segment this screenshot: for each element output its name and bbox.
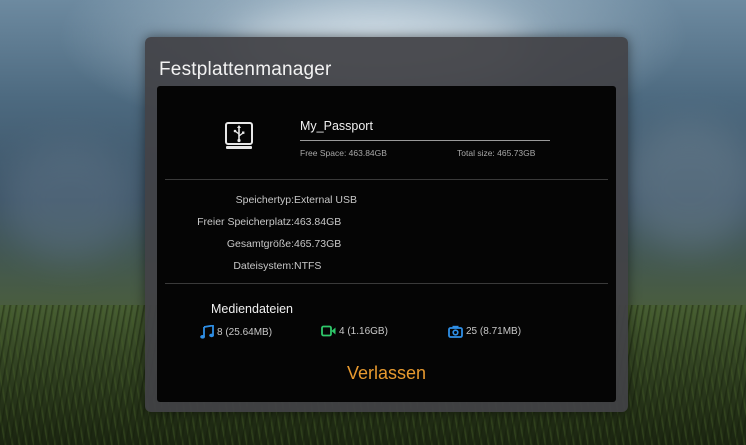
- dialog-title: Festplattenmanager: [159, 59, 332, 80]
- photo-count-text: 25 (8.71MB): [466, 326, 522, 337]
- photo-camera-icon: [448, 325, 463, 338]
- music-note-icon: [200, 325, 214, 339]
- drive-manager-dialog: Festplattenmanager My_Passport Free Spac…: [145, 37, 628, 412]
- video-count-text: 4 (1.16GB): [339, 325, 388, 337]
- usb-drive-icon: [225, 122, 253, 149]
- video-camera-icon: [321, 325, 336, 337]
- music-count-text: 8 (25.64MB): [217, 326, 273, 338]
- file-system-value: NTFS: [294, 260, 322, 272]
- divider: [165, 179, 608, 180]
- storage-type-label: Speichertyp:: [235, 194, 294, 206]
- drive-name: My_Passport: [300, 119, 373, 133]
- drive-name-underline: [300, 140, 550, 141]
- free-space-label: Freier Speicherplatz:: [197, 216, 294, 228]
- total-size-value: 465.73GB: [294, 238, 342, 250]
- divider: [165, 283, 608, 284]
- exit-button[interactable]: Verlassen: [157, 363, 616, 384]
- free-space-text: Free Space: 463.84GB: [300, 148, 387, 158]
- cloud: [0, 140, 140, 260]
- media-files-title: Mediendateien: [211, 302, 294, 316]
- total-size-label: Gesamtgröße:: [226, 238, 294, 250]
- free-space-value: 463.84GB: [294, 216, 342, 228]
- cloud: [620, 120, 746, 250]
- total-size-text: Total size: 465.73GB: [457, 148, 536, 158]
- media-photo-count: 25 (8.71MB): [448, 325, 521, 338]
- drive-info-panel: My_Passport Free Space: 463.84GB Total s…: [157, 86, 616, 402]
- storage-type-value: External USB: [294, 194, 358, 206]
- media-video-count: 4 (1.16GB): [321, 325, 388, 337]
- file-system-label: Dateisystem:: [233, 260, 294, 272]
- media-music-count: 8 (25.64MB): [200, 325, 272, 339]
